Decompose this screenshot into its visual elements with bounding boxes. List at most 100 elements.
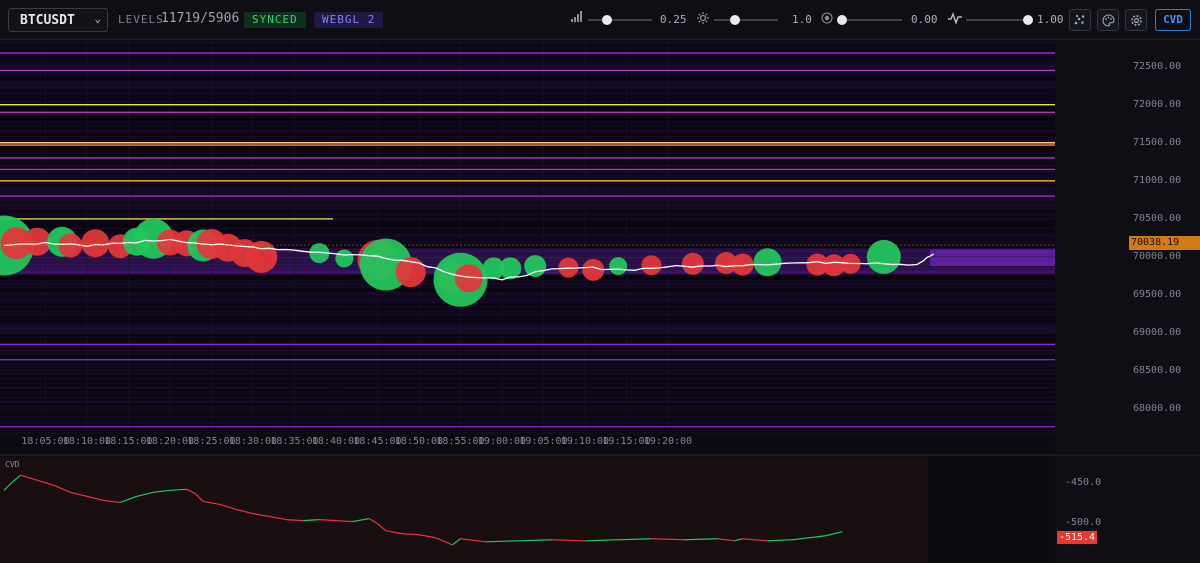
sell-trade-bubble xyxy=(81,229,110,258)
brightness-slider-knob[interactable] xyxy=(730,15,741,25)
time-tick-label: 19:20:00 xyxy=(643,436,693,447)
pulse-slider-knob[interactable] xyxy=(1023,15,1033,25)
liquidity-band xyxy=(0,41,1055,43)
liquidity-band xyxy=(0,429,1055,430)
liquidity-band xyxy=(0,107,1055,109)
liquidity-band xyxy=(0,277,1055,278)
price-tick-label: 72000.00 xyxy=(1133,98,1182,110)
palette-button[interactable] xyxy=(1097,9,1119,31)
liquidity-band xyxy=(0,416,1055,419)
signal-slider-knob[interactable] xyxy=(601,15,612,25)
liquidity-band xyxy=(0,424,1055,425)
sell-trade-bubble xyxy=(681,252,704,275)
cvd-chart[interactable] xyxy=(0,457,1200,563)
liquidity-band xyxy=(0,427,1055,430)
liquidity-band xyxy=(0,337,1055,339)
levels-label: LEVELS xyxy=(118,13,164,26)
buy-trade-bubble xyxy=(524,255,547,278)
symbol-selector[interactable]: BTCUSDT ⌄ xyxy=(8,8,108,32)
liquidity-band xyxy=(0,301,1055,304)
liquidity-band xyxy=(0,215,1055,217)
liquidity-band xyxy=(0,173,1055,175)
brightness-slider[interactable] xyxy=(714,15,778,25)
liquidity-band xyxy=(0,175,1055,178)
cvd-toggle-button[interactable]: CVD xyxy=(1155,9,1191,31)
liquidity-band xyxy=(0,74,1055,76)
liquidity-band xyxy=(0,371,1055,374)
settings-button[interactable] xyxy=(1125,9,1147,31)
liquidity-band xyxy=(0,333,1055,335)
cvd-area-bg xyxy=(0,457,928,563)
price-tick-label: 72500.00 xyxy=(1133,60,1182,72)
liquidity-band xyxy=(0,136,1055,138)
pulse-slider[interactable] xyxy=(966,15,1033,25)
liquidity-band xyxy=(0,315,1055,317)
liquidity-band xyxy=(0,151,1055,153)
panel-divider[interactable] xyxy=(0,454,1200,456)
liquidity-band xyxy=(0,97,1055,100)
liquidity-band xyxy=(0,119,1055,122)
sell-trade-bubble xyxy=(641,255,662,276)
buy-trade-bubble xyxy=(609,257,628,276)
liquidity-band xyxy=(0,186,1055,189)
gear-icon xyxy=(1130,15,1142,26)
liquidity-band xyxy=(0,388,1055,390)
liquidity-band xyxy=(0,152,1055,154)
liquidity-band xyxy=(0,304,1055,306)
liquidity-band xyxy=(0,92,1055,94)
liquidity-band xyxy=(0,53,1055,56)
liquidity-band xyxy=(0,137,1055,139)
liquidity-band xyxy=(0,367,1055,370)
liquidity-band xyxy=(0,352,1055,354)
liquidity-band xyxy=(0,326,1055,328)
chevron-down-icon: ⌄ xyxy=(94,12,101,25)
liquidity-band xyxy=(0,305,1055,308)
liquidity-band xyxy=(0,290,1055,293)
radius-slider-knob[interactable] xyxy=(837,15,847,25)
price-tick-label: 70500.00 xyxy=(1133,212,1182,224)
liquidity-band xyxy=(0,193,1055,196)
liquidity-band xyxy=(0,170,1055,172)
liquidity-band xyxy=(0,405,1055,408)
liquidity-band xyxy=(0,321,1055,322)
liquidity-band xyxy=(0,197,1055,200)
liquidity-band xyxy=(0,422,1055,424)
liquidity-band xyxy=(0,335,1055,336)
liquidity-band xyxy=(0,288,1055,289)
liquidity-band xyxy=(0,207,1055,209)
price-tick-label: 68500.00 xyxy=(1133,365,1182,377)
liquidity-band xyxy=(0,296,1055,298)
liquidity-band xyxy=(0,162,1055,163)
liquidity-band xyxy=(0,345,1055,348)
liquidity-band xyxy=(0,316,1055,319)
cvd-title: CVD xyxy=(5,460,20,469)
liquidity-band xyxy=(0,325,1055,327)
radius-slider[interactable] xyxy=(837,15,902,25)
liquidity-band xyxy=(0,419,1055,422)
cvd-empty-area xyxy=(928,457,1055,563)
liquidity-band xyxy=(0,384,1055,386)
liquidity-band xyxy=(0,163,1055,165)
price-tick-label: 69500.00 xyxy=(1133,288,1182,300)
liquidity-band xyxy=(0,285,1055,287)
liquidity-band xyxy=(0,396,1055,398)
liquidity-band xyxy=(0,421,1055,423)
liquidity-band xyxy=(0,203,1055,205)
liquidity-band xyxy=(0,200,1055,202)
liquidity-band xyxy=(0,381,1055,383)
liquidity-band xyxy=(0,94,1055,97)
liquidity-band xyxy=(0,120,1055,123)
liquidity-band xyxy=(0,42,1055,45)
liquidity-band xyxy=(0,395,1055,397)
liquidity-band xyxy=(0,210,1055,211)
orderbook-heatmap-chart[interactable] xyxy=(0,40,1200,457)
last-price-tag: 70038.19 xyxy=(1129,236,1200,250)
liquidity-band xyxy=(0,47,1055,49)
scatter-mode-button[interactable] xyxy=(1069,9,1091,31)
liquidity-band xyxy=(0,292,1055,294)
liquidity-band xyxy=(0,128,1055,129)
price-tick-label: 70000.00 xyxy=(1133,250,1182,262)
signal-slider[interactable] xyxy=(588,15,652,25)
scatter-icon xyxy=(1074,14,1085,25)
liquidity-band xyxy=(0,79,1055,82)
